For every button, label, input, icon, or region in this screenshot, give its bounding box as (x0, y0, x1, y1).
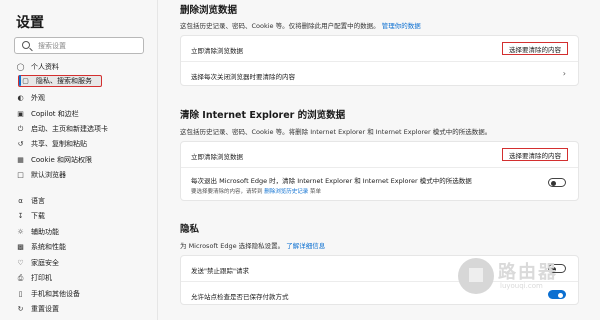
router-house-icon (458, 258, 494, 294)
sidebar-item-label: 系统和性能 (31, 243, 66, 251)
sidebar-item-printers[interactable]: ⎙ 打印机 (16, 272, 146, 284)
chevron-right-icon: › (562, 69, 566, 78)
sidebar-item-startup[interactable]: ⏻ 启动、主页和新建选项卡 (16, 123, 146, 135)
ie-sub-text: 要选择要清除的内容，请转到 (191, 189, 263, 195)
settings-title: 设置 (16, 15, 44, 31)
clear-on-close-label: 选择每次关闭浏览器时要清除的内容 (191, 73, 295, 81)
privacy-desc: 为 Microsoft Edge 选择隐私设置。 了解详细信息 (180, 240, 325, 250)
reset-icon: ↻ (17, 305, 24, 313)
learn-more-link[interactable]: 了解详细信息 (286, 242, 325, 250)
ie-clear-on-exit-sub: 要选择要清除的内容，请转到 删除浏览历史记录 菜单 (191, 187, 321, 195)
sidebar-item-privacy[interactable]: ▢ 隐私、搜索和服务 (18, 75, 102, 87)
ie-choose-what-to-clear-button[interactable]: 选择要清除的内容 (502, 148, 568, 161)
sidebar-item-family[interactable]: ♡ 家庭安全 (16, 257, 146, 269)
do-not-track-label: 发送"禁止跟踪"请求 (191, 267, 249, 275)
person-icon: ◯ (16, 63, 25, 71)
privacy-title: 隐私 (180, 224, 200, 235)
appearance-icon: ◐ (17, 94, 24, 102)
clear-now-label: 立即清除浏览数据 (191, 47, 243, 55)
permissions-icon: ▦ (17, 156, 24, 164)
clear-data-desc: 这包括历史记录、密码、Cookie 等。仅将删除此用户配置中的数据。 管理你的数… (180, 20, 421, 30)
sidebar-item-reset[interactable]: ↻ 重置设置 (16, 303, 146, 315)
sidebar-item-label: 外观 (31, 94, 45, 102)
ie-clear-on-exit-label: 每次退出 Microsoft Edge 时，清除 Internet Explor… (191, 177, 472, 185)
sidebar-item-cookies[interactable]: ▦ Cookie 和网站权限 (16, 154, 146, 166)
choose-what-to-clear-button[interactable]: 选择要清除的内容 (502, 42, 568, 55)
language-icon: α (18, 197, 23, 205)
privacy-desc-text: 为 Microsoft Edge 选择隐私设置。 (180, 242, 285, 250)
sidebar-item-appearance[interactable]: ◐ 外观 (16, 92, 146, 104)
sidebar-item-label: 打印机 (31, 274, 52, 282)
sidebar-item-label: 语言 (31, 197, 45, 205)
ie-clear-now-row: 立即清除浏览数据 选择要清除的内容 (181, 142, 578, 167)
clear-data-desc-text: 这包括历史记录、密码、Cookie 等。仅将删除此用户配置中的数据。 (180, 22, 380, 30)
clear-on-close-row[interactable]: 选择每次关闭浏览器时要清除的内容 › (181, 61, 578, 87)
ie-clear-on-exit-toggle[interactable] (548, 178, 566, 187)
sidebar-item-profiles[interactable]: ◯ 个人资料 (16, 61, 146, 73)
ie-data-desc: 这包括历史记录、密码、Cookie 等。将删除 Internet Explore… (180, 128, 492, 136)
payment-check-label: 允许站点检查是否已保存付款方式 (191, 293, 289, 301)
settings-sidebar: 设置 搜索设置 ◯ 个人资料 ▢ 隐私、搜索和服务 ◐ 外观 ▣ Copilot… (0, 0, 158, 320)
sidebar-item-downloads[interactable]: ↧ 下载 (16, 210, 146, 222)
search-icon (22, 41, 30, 49)
watermark-cn: 路由器 (498, 262, 558, 283)
delete-history-link[interactable]: 删除浏览历史记录 (264, 189, 308, 195)
sidebar-item-label: Copilot 和边栏 (31, 110, 79, 118)
system-icon: ▩ (17, 243, 24, 251)
clear-data-title: 删除浏览数据 (180, 5, 238, 16)
power-icon: ⏻ (17, 124, 24, 133)
active-indicator (19, 75, 21, 86)
sidebar-item-label: 启动、主页和新建选项卡 (31, 125, 108, 133)
sidebar-item-phone[interactable]: ▯ 手机和其他设备 (16, 288, 146, 300)
sidebar-item-label: 下载 (31, 212, 45, 220)
sidebar-item-label: Cookie 和网站权限 (31, 156, 92, 164)
sidebar-item-copilot[interactable]: ▣ Copilot 和边栏 (16, 108, 146, 120)
search-input[interactable]: 搜索设置 (14, 37, 144, 54)
sidebar-item-system[interactable]: ▩ 系统和性能 (16, 241, 146, 253)
settings-main: 删除浏览数据 这包括历史记录、密码、Cookie 等。仅将删除此用户配置中的数据… (158, 0, 600, 320)
family-icon: ♡ (17, 259, 24, 267)
sidebar-item-label: 重置设置 (31, 305, 59, 313)
ie-sub-tail: 菜单 (310, 189, 322, 195)
sidebar-item-label: 辅助功能 (31, 228, 59, 236)
printer-icon: ⎙ (17, 273, 24, 282)
share-icon: ↺ (17, 140, 24, 148)
sidebar-item-label: 共享、复制和粘贴 (31, 140, 87, 148)
sidebar-item-label: 隐私、搜索和服务 (36, 77, 92, 85)
clear-data-card: 立即清除浏览数据 选择要清除的内容 选择每次关闭浏览器时要清除的内容 › (180, 35, 579, 86)
sidebar-item-languages[interactable]: α 语言 (16, 195, 146, 207)
accessibility-icon: ☼ (17, 228, 24, 236)
sidebar-item-label: 默认浏览器 (31, 171, 66, 179)
sidebar-icon: ▣ (17, 110, 24, 118)
download-icon: ↧ (17, 212, 24, 220)
sidebar-item-label: 手机和其他设备 (31, 290, 80, 298)
sidebar-item-share[interactable]: ↺ 共享、复制和粘贴 (16, 138, 146, 150)
sidebar-item-default-browser[interactable]: □ 默认浏览器 (16, 169, 146, 181)
ie-data-title: 清除 Internet Explorer 的浏览数据 (180, 110, 346, 121)
sidebar-item-accessibility[interactable]: ☼ 辅助功能 (16, 226, 146, 238)
manage-data-link[interactable]: 管理你的数据 (382, 22, 421, 30)
ie-data-card: 立即清除浏览数据 选择要清除的内容 每次退出 Microsoft Edge 时，… (180, 141, 579, 201)
sidebar-item-label: 个人资料 (31, 63, 59, 71)
browser-icon: □ (17, 171, 24, 179)
lock-icon: ▢ (22, 77, 29, 85)
search-placeholder: 搜索设置 (38, 42, 66, 50)
watermark-logo: 路由器 luyouqi.com (456, 252, 584, 298)
watermark-en: luyouqi.com (500, 282, 543, 290)
clear-now-row: 立即清除浏览数据 选择要清除的内容 (181, 36, 578, 61)
ie-clear-on-exit-row: 每次退出 Microsoft Edge 时，清除 Internet Explor… (181, 167, 578, 202)
phone-icon: ▯ (18, 290, 23, 298)
sidebar-item-label: 家庭安全 (31, 259, 59, 267)
ie-clear-now-label: 立即清除浏览数据 (191, 153, 243, 161)
